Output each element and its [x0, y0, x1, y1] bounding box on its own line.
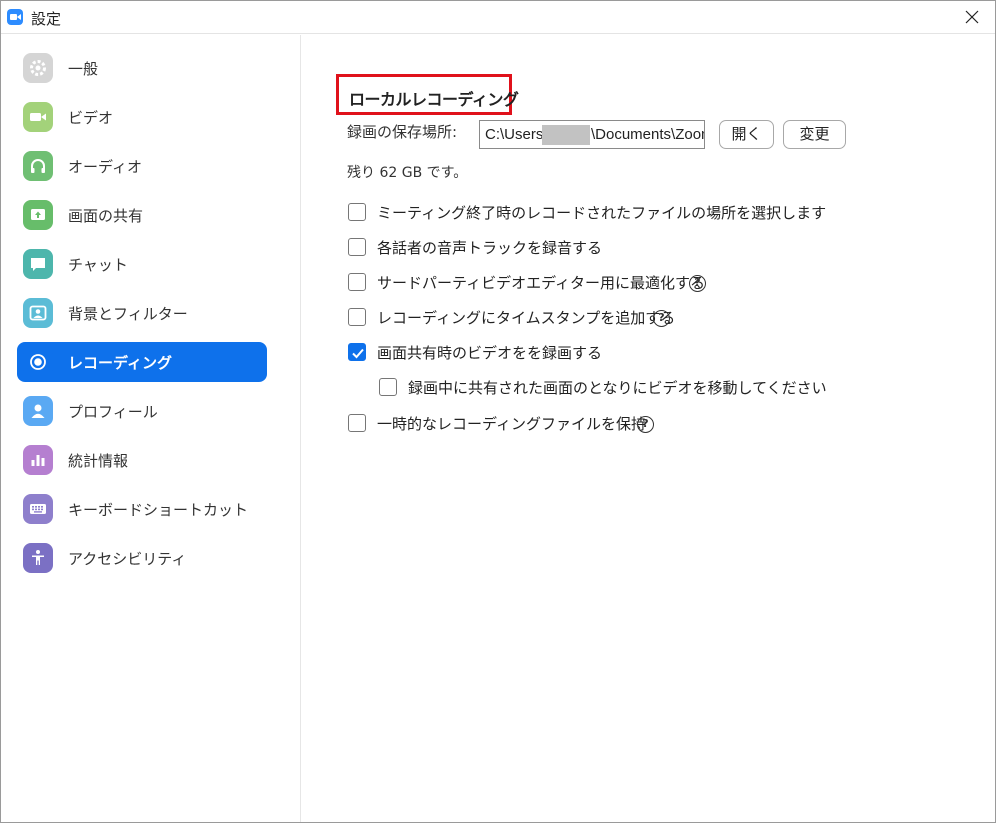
window-title: 設定: [31, 10, 62, 28]
statistics-bar-icon: [23, 445, 53, 475]
settings-window: 設定 一般 ビデオ オーディオ 画面の共有 チャット 背景とフィルター レコーデ…: [0, 0, 996, 823]
path-suffix: \Documents\Zoom: [591, 126, 705, 143]
sidebar: 一般 ビデオ オーディオ 画面の共有 チャット 背景とフィルター レコーディング…: [2, 35, 301, 822]
sidebar-item-keyboard-shortcuts[interactable]: キーボードショートカット: [17, 489, 267, 529]
option-choose-location-after-meeting: ミーティング終了時のレコードされたファイルの場所を選択します: [348, 200, 948, 224]
share-screen-icon: [23, 200, 53, 230]
headphones-icon: [23, 151, 53, 181]
checkbox[interactable]: [348, 273, 366, 291]
sidebar-item-label: キーボードショートカット: [68, 501, 249, 519]
help-icon[interactable]: ?: [637, 416, 654, 433]
sidebar-item-chat[interactable]: チャット: [17, 244, 267, 284]
change-button[interactable]: 変更: [783, 120, 846, 149]
remaining-space-text: 残り 62 GB です。: [347, 165, 468, 181]
option-keep-temp-files: 一時的なレコーディングファイルを保持 ?: [348, 411, 948, 435]
sidebar-item-label: チャット: [68, 256, 128, 274]
sidebar-item-background-filters[interactable]: 背景とフィルター: [17, 293, 267, 333]
chat-bubble-icon: [23, 249, 53, 279]
open-button[interactable]: 開く: [719, 120, 774, 149]
section-title: ローカルレコーディング: [349, 90, 519, 109]
checkbox[interactable]: [348, 203, 366, 221]
background-person-icon: [23, 298, 53, 328]
option-label: 録画中に共有された画面のとなりにビデオを移動してください: [408, 379, 827, 397]
checkbox[interactable]: [348, 308, 366, 326]
option-record-video-during-share: 画面共有時のビデオをを録画する: [348, 340, 948, 364]
path-prefix: C:\Users\: [485, 126, 548, 143]
sidebar-item-label: 背景とフィルター: [68, 305, 188, 323]
recording-settings-panel: ローカルレコーディング 録画の保存場所: C:\Users\ \Document…: [302, 35, 995, 822]
sidebar-item-share-screen[interactable]: 画面の共有: [17, 195, 267, 235]
record-icon: [23, 347, 53, 377]
sidebar-item-audio[interactable]: オーディオ: [17, 146, 267, 186]
checkmark-icon: [352, 348, 364, 359]
option-separate-audio-tracks: 各話者の音声トラックを録音する: [348, 235, 948, 259]
option-label: ミーティング終了時のレコードされたファイルの場所を選択します: [377, 204, 827, 222]
sidebar-item-label: レコーディング: [68, 354, 172, 372]
sidebar-item-recording[interactable]: レコーディング: [17, 342, 267, 382]
save-location-field[interactable]: C:\Users\ \Documents\Zoom: [479, 120, 705, 149]
option-optimize-third-party-editor: サードパーティビデオエディター用に最適化する ?: [348, 270, 948, 294]
sidebar-item-label: 一般: [68, 60, 99, 78]
sidebar-item-profile[interactable]: プロフィール: [17, 391, 267, 431]
option-label: レコーディングにタイムスタンプを追加する: [377, 309, 676, 327]
sidebar-item-label: 画面の共有: [68, 207, 144, 225]
save-location-label: 録画の保存場所:: [347, 123, 458, 141]
checkbox[interactable]: [348, 238, 366, 256]
keyboard-icon: [23, 494, 53, 524]
option-label: 画面共有時のビデオをを録画する: [377, 344, 603, 362]
sidebar-item-label: ビデオ: [68, 109, 114, 127]
title-bar: 設定: [1, 1, 995, 34]
sidebar-item-video[interactable]: ビデオ: [17, 97, 267, 137]
help-icon[interactable]: ?: [689, 275, 706, 292]
sidebar-item-label: アクセシビリティ: [68, 550, 187, 568]
close-icon: [965, 10, 979, 24]
sidebar-item-statistics[interactable]: 統計情報: [17, 440, 267, 480]
sidebar-item-label: オーディオ: [68, 158, 142, 176]
sidebar-item-general[interactable]: 一般: [17, 48, 267, 88]
gear-icon: [23, 53, 53, 83]
checkbox[interactable]: [379, 378, 397, 396]
option-move-video-next-to-share: 録画中に共有された画面のとなりにビデオを移動してください: [379, 375, 979, 399]
option-label: 各話者の音声トラックを録音する: [377, 239, 603, 257]
video-camera-icon: [23, 102, 53, 132]
checkbox[interactable]: [348, 414, 366, 432]
sidebar-item-label: プロフィール: [68, 403, 158, 421]
sidebar-item-label: 統計情報: [68, 452, 129, 470]
section-title-box: ローカルレコーディング: [336, 74, 519, 115]
profile-person-icon: [23, 396, 53, 426]
option-label: サードパーティビデオエディター用に最適化する: [377, 274, 706, 292]
checkbox-checked[interactable]: [348, 343, 366, 361]
zoom-app-icon: [7, 9, 23, 25]
username-redaction: [542, 125, 590, 145]
accessibility-icon: [23, 543, 53, 573]
close-button[interactable]: [949, 1, 995, 33]
option-label: 一時的なレコーディングファイルを保持: [377, 415, 646, 433]
sidebar-item-accessibility[interactable]: アクセシビリティ: [17, 538, 267, 578]
option-add-timestamp: レコーディングにタイムスタンプを追加する ?: [348, 305, 948, 329]
help-icon[interactable]: ?: [653, 310, 670, 327]
